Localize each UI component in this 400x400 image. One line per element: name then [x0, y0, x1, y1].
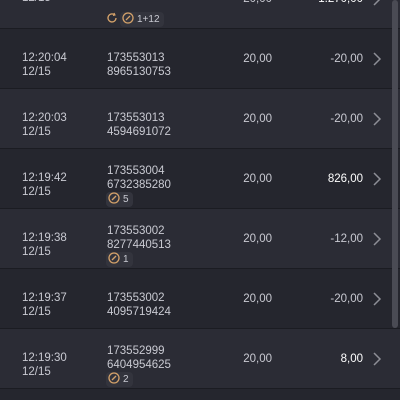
ticket-cell: 173552999 6404954625 — [107, 344, 171, 372]
time-cell: 12:19:38 12/15 — [22, 231, 67, 259]
ticket-cell: 173553013 4594691072 — [107, 111, 171, 139]
ticket-cell: 173553002 4095719424 — [107, 291, 171, 319]
time-cell: 12/15 — [22, 0, 51, 5]
badge-icon — [108, 252, 120, 267]
stake-amount: 20,00 — [243, 293, 272, 305]
ticket-id-line2: 4594691072 — [107, 126, 171, 138]
bet-history-list: 12/15 8112167189 20,00 1.270,00 1+12 12:… — [0, 0, 400, 389]
ticket-id-line1: 173553002 — [107, 225, 165, 237]
result-amount: -20,00 — [330, 113, 363, 125]
result-amount: -20,00 — [330, 53, 363, 65]
time-value: 12:19:30 — [22, 352, 67, 364]
ticket-id-line2: 6404954625 — [107, 359, 171, 371]
ticket-id-line1: 173553013 — [107, 52, 165, 64]
badge-group: 5 — [106, 192, 133, 207]
multiplier-badge: 1+12 — [120, 12, 164, 27]
ticket-cell: 173553013 8965130753 — [107, 51, 171, 79]
stake-amount: 20,00 — [243, 0, 272, 6]
history-row[interactable]: 12/15 8112167189 20,00 1.270,00 1+12 — [0, 0, 400, 29]
ticket-cell: 173553002 8277440513 — [107, 224, 171, 252]
badge-group: 1+12 — [106, 12, 164, 27]
date-value: 12/15 — [22, 0, 51, 5]
ticket-id-line2: 6732385280 — [107, 179, 171, 191]
date-value: 12/15 — [22, 246, 51, 258]
history-row[interactable]: 12:19:30 12/15 173552999 6404954625 20,0… — [0, 329, 400, 389]
ticket-id-line1: 173553004 — [107, 165, 165, 177]
ticket-id-line2: 4095719424 — [107, 306, 171, 318]
ticket-id-line2: 8277440513 — [107, 239, 171, 251]
stake-amount: 20,00 — [243, 113, 272, 125]
stake-amount: 20,00 — [243, 353, 272, 365]
ticket-id-line2: 8965130753 — [107, 66, 171, 78]
date-value: 12/15 — [22, 306, 51, 318]
result-amount: -20,00 — [330, 293, 363, 305]
stake-amount: 20,00 — [243, 173, 272, 185]
chevron-right-icon[interactable] — [372, 172, 382, 186]
time-value: 12:19:42 — [22, 172, 67, 184]
multiplier-badge: 2 — [106, 372, 133, 387]
time-cell: 12:19:42 12/15 — [22, 171, 67, 199]
history-row[interactable]: 12:20:04 12/15 173553013 8965130753 20,0… — [0, 29, 400, 89]
chevron-right-icon[interactable] — [372, 232, 382, 246]
chevron-right-icon[interactable] — [372, 0, 382, 6]
chevron-right-icon[interactable] — [372, 352, 382, 366]
ticket-id-line1: 173553013 — [107, 112, 165, 124]
result-amount: 1.270,00 — [318, 0, 363, 6]
badge-group: 2 — [106, 372, 133, 387]
badge-icon — [108, 192, 120, 207]
date-value: 12/15 — [22, 66, 51, 78]
badge-count: 5 — [123, 194, 129, 205]
date-value: 12/15 — [22, 186, 51, 198]
badge-count: 2 — [123, 374, 129, 385]
refresh-icon — [106, 11, 118, 29]
time-value: 12:19:37 — [22, 292, 67, 304]
time-cell: 12:19:30 12/15 — [22, 351, 67, 379]
date-value: 12/15 — [22, 366, 51, 378]
stake-amount: 20,00 — [243, 53, 272, 65]
history-row[interactable]: 12:19:38 12/15 173553002 8277440513 20,0… — [0, 209, 400, 269]
time-value: 12:19:38 — [22, 232, 67, 244]
ticket-id-line1: 173552999 — [107, 345, 165, 357]
history-row[interactable]: 12:19:42 12/15 173553004 6732385280 20,0… — [0, 149, 400, 209]
chevron-right-icon[interactable] — [372, 52, 382, 66]
badge-count: 1 — [123, 254, 129, 265]
chevron-right-icon[interactable] — [372, 112, 382, 126]
history-row[interactable]: 12:19:37 12/15 173553002 4095719424 20,0… — [0, 269, 400, 329]
date-value: 12/15 — [22, 126, 51, 138]
ticket-cell: 173553004 6732385280 — [107, 164, 171, 192]
badge-count: 1+12 — [137, 14, 160, 25]
time-cell: 12:19:37 12/15 — [22, 291, 67, 319]
time-value: 12:20:03 — [22, 112, 67, 124]
result-amount: -12,00 — [330, 233, 363, 245]
result-amount: 826,00 — [327, 173, 363, 185]
time-value: 12:20:04 — [22, 52, 67, 64]
badge-icon — [108, 372, 120, 387]
ticket-id-line1: 173553002 — [107, 292, 165, 304]
badge-icon — [122, 12, 134, 27]
history-row[interactable]: 12:20:03 12/15 173553013 4594691072 20,0… — [0, 89, 400, 149]
badge-group: 1 — [106, 252, 133, 267]
multiplier-badge: 1 — [106, 252, 133, 267]
time-cell: 12:20:04 12/15 — [22, 51, 67, 79]
chevron-right-icon[interactable] — [372, 292, 382, 306]
result-amount: 8,00 — [340, 353, 363, 365]
scrollbar[interactable] — [392, 0, 398, 328]
stake-amount: 20,00 — [243, 233, 272, 245]
time-cell: 12:20:03 12/15 — [22, 111, 67, 139]
multiplier-badge: 5 — [106, 192, 133, 207]
